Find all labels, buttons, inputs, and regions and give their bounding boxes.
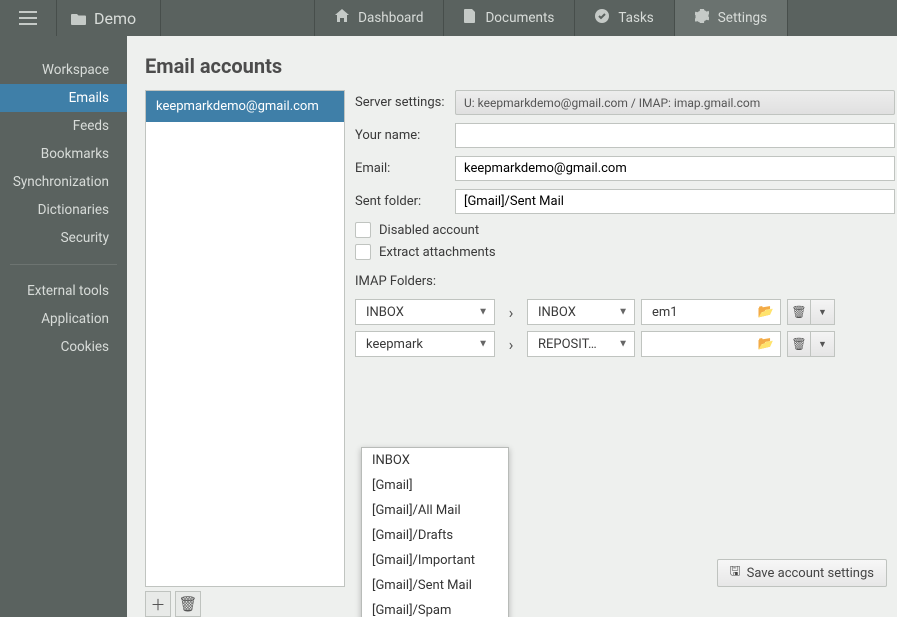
sidebar-item-security[interactable]: Security — [0, 224, 127, 252]
content-body: keepmarkdemo@gmail.com ＋ 🗑 Server settin… — [145, 90, 897, 617]
folder-open-icon[interactable]: 📂 — [758, 337, 774, 352]
remote-folder-select[interactable]: keepmark ▼ — [355, 331, 495, 357]
target-type-select[interactable]: REPOSIT… ▼ — [527, 331, 635, 357]
content: Email accounts keepmarkdemo@gmail.com ＋ … — [127, 36, 897, 617]
nav-dashboard[interactable]: Dashboard — [314, 0, 443, 36]
trash-icon: 🗑 — [791, 305, 806, 319]
dropdown-option[interactable]: [Gmail] — [362, 473, 508, 498]
save-account-settings-button[interactable]: 🖫 Save account settings — [717, 559, 887, 587]
email-input[interactable] — [455, 156, 895, 181]
account-item[interactable]: keepmarkdemo@gmail.com — [146, 91, 344, 122]
dropdown-option[interactable]: [Gmail]/Drafts — [362, 523, 508, 548]
arrow-right-icon: › — [501, 335, 521, 354]
caret-down-icon: ▼ — [618, 339, 628, 350]
row-delete-button[interactable]: 🗑 — [787, 299, 811, 325]
local-path-field[interactable]: 📂 — [641, 331, 781, 357]
dropdown-option[interactable]: [Gmail]/Important — [362, 548, 508, 573]
accounts-list: keepmarkdemo@gmail.com — [145, 90, 345, 587]
row-actions: 🗑▼ — [787, 331, 835, 357]
row-more-button[interactable]: ▼ — [811, 299, 835, 325]
sidebar-item-workspace[interactable]: Workspace — [0, 56, 127, 84]
nav-dashboard-icon — [335, 9, 349, 27]
extract-attachments-checkbox[interactable] — [355, 244, 371, 260]
nav-settings-icon — [695, 9, 709, 27]
imap-folder-row: keepmark▼›REPOSIT…▼📂🗑▼ — [355, 331, 895, 357]
server-settings-button[interactable]: U: keepmarkdemo@gmail.com / IMAP: imap.g… — [455, 90, 895, 115]
caret-down-icon: ▼ — [618, 307, 628, 318]
project-tab[interactable]: Demo — [56, 0, 160, 36]
sidebar-divider — [10, 264, 117, 265]
nav-documents-icon — [464, 9, 476, 27]
trash-icon: 🗑 — [791, 337, 806, 351]
remote-folder-value: keepmark — [366, 337, 423, 352]
server-settings-label: Server settings: — [355, 95, 455, 110]
dropdown-option[interactable]: [Gmail]/All Mail — [362, 498, 508, 523]
accounts-toolbar: ＋ 🗑 — [145, 591, 345, 617]
hamburger-icon — [19, 11, 37, 25]
remote-folder-dropdown[interactable]: INBOX[Gmail][Gmail]/All Mail[Gmail]/Draf… — [361, 447, 509, 617]
sidebar-item-synchronization[interactable]: Synchronization — [0, 168, 127, 196]
folder-icon — [71, 12, 86, 25]
dropdown-option[interactable]: [Gmail]/Spam — [362, 598, 508, 617]
row-delete-button[interactable]: 🗑 — [787, 331, 811, 357]
save-button-label: Save account settings — [747, 566, 874, 581]
target-type-select[interactable]: INBOX ▼ — [527, 299, 635, 325]
disabled-account-checkbox[interactable] — [355, 222, 371, 238]
imap-folders-label: IMAP Folders: — [355, 274, 895, 289]
remote-folder-value: INBOX — [366, 305, 404, 320]
sidebar-item-bookmarks[interactable]: Bookmarks — [0, 140, 127, 168]
target-type-value: REPOSIT… — [538, 337, 597, 352]
accounts-column: keepmarkdemo@gmail.com ＋ 🗑 — [145, 90, 345, 617]
delete-account-button[interactable]: 🗑 — [175, 591, 201, 617]
disabled-account-label: Disabled account — [379, 223, 479, 238]
page-title: Email accounts — [145, 54, 897, 78]
nav-settings-label: Settings — [718, 10, 767, 26]
caret-down-icon: ▼ — [818, 339, 827, 350]
nav-settings[interactable]: Settings — [674, 0, 788, 36]
form-area: Server settings: U: keepmarkdemo@gmail.c… — [355, 90, 897, 617]
caret-down-icon: ▼ — [478, 307, 488, 318]
nav-dashboard-label: Dashboard — [358, 10, 423, 26]
topbar: Demo Dashboard Documents Tasks Settings — [0, 0, 897, 36]
sidebar-item-feeds[interactable]: Feeds — [0, 112, 127, 140]
your-name-input[interactable] — [455, 123, 895, 148]
extract-attachments-label: Extract attachments — [379, 245, 496, 260]
plus-icon: ＋ — [150, 594, 165, 615]
dropdown-option[interactable]: [Gmail]/Sent Mail — [362, 573, 508, 598]
nav-documents[interactable]: Documents — [443, 0, 574, 36]
imap-folder-row: INBOX▼›INBOX▼em1📂🗑▼ — [355, 299, 895, 325]
remote-folder-select[interactable]: INBOX ▼ — [355, 299, 495, 325]
save-icon: 🖫 — [730, 562, 741, 584]
sidebar-item-external-tools[interactable]: External tools — [0, 277, 127, 305]
main-area: WorkspaceEmailsFeedsBookmarksSynchroniza… — [0, 36, 897, 617]
sidebar-item-cookies[interactable]: Cookies — [0, 333, 127, 361]
caret-down-icon: ▼ — [818, 307, 827, 318]
email-label: Email: — [355, 161, 455, 176]
nav-tasks[interactable]: Tasks — [574, 0, 673, 36]
row-actions: 🗑▼ — [787, 299, 835, 325]
local-path-field[interactable]: em1 📂 — [641, 299, 781, 325]
sent-folder-label: Sent folder: — [355, 194, 455, 209]
sidebar: WorkspaceEmailsFeedsBookmarksSynchroniza… — [0, 36, 127, 617]
your-name-label: Your name: — [355, 128, 455, 143]
sidebar-item-application[interactable]: Application — [0, 305, 127, 333]
dropdown-option[interactable]: INBOX — [362, 448, 508, 473]
arrow-right-icon: › — [501, 303, 521, 322]
nav-tasks-label: Tasks — [618, 10, 653, 26]
trash-icon: 🗑 — [178, 595, 197, 613]
sidebar-item-emails[interactable]: Emails — [0, 84, 127, 112]
nav-spacer — [160, 0, 314, 36]
local-path-value: em1 — [652, 305, 678, 320]
caret-down-icon: ▼ — [478, 339, 488, 350]
sent-folder-input[interactable] — [455, 189, 895, 214]
target-type-value: INBOX — [538, 305, 576, 320]
nav-tasks-icon — [595, 9, 609, 27]
add-account-button[interactable]: ＋ — [145, 591, 171, 617]
folder-open-icon[interactable]: 📂 — [758, 305, 774, 320]
row-more-button[interactable]: ▼ — [811, 331, 835, 357]
sidebar-item-dictionaries[interactable]: Dictionaries — [0, 196, 127, 224]
hamburger-menu[interactable] — [0, 0, 56, 36]
nav-documents-label: Documents — [485, 10, 554, 26]
project-label: Demo — [94, 9, 136, 28]
